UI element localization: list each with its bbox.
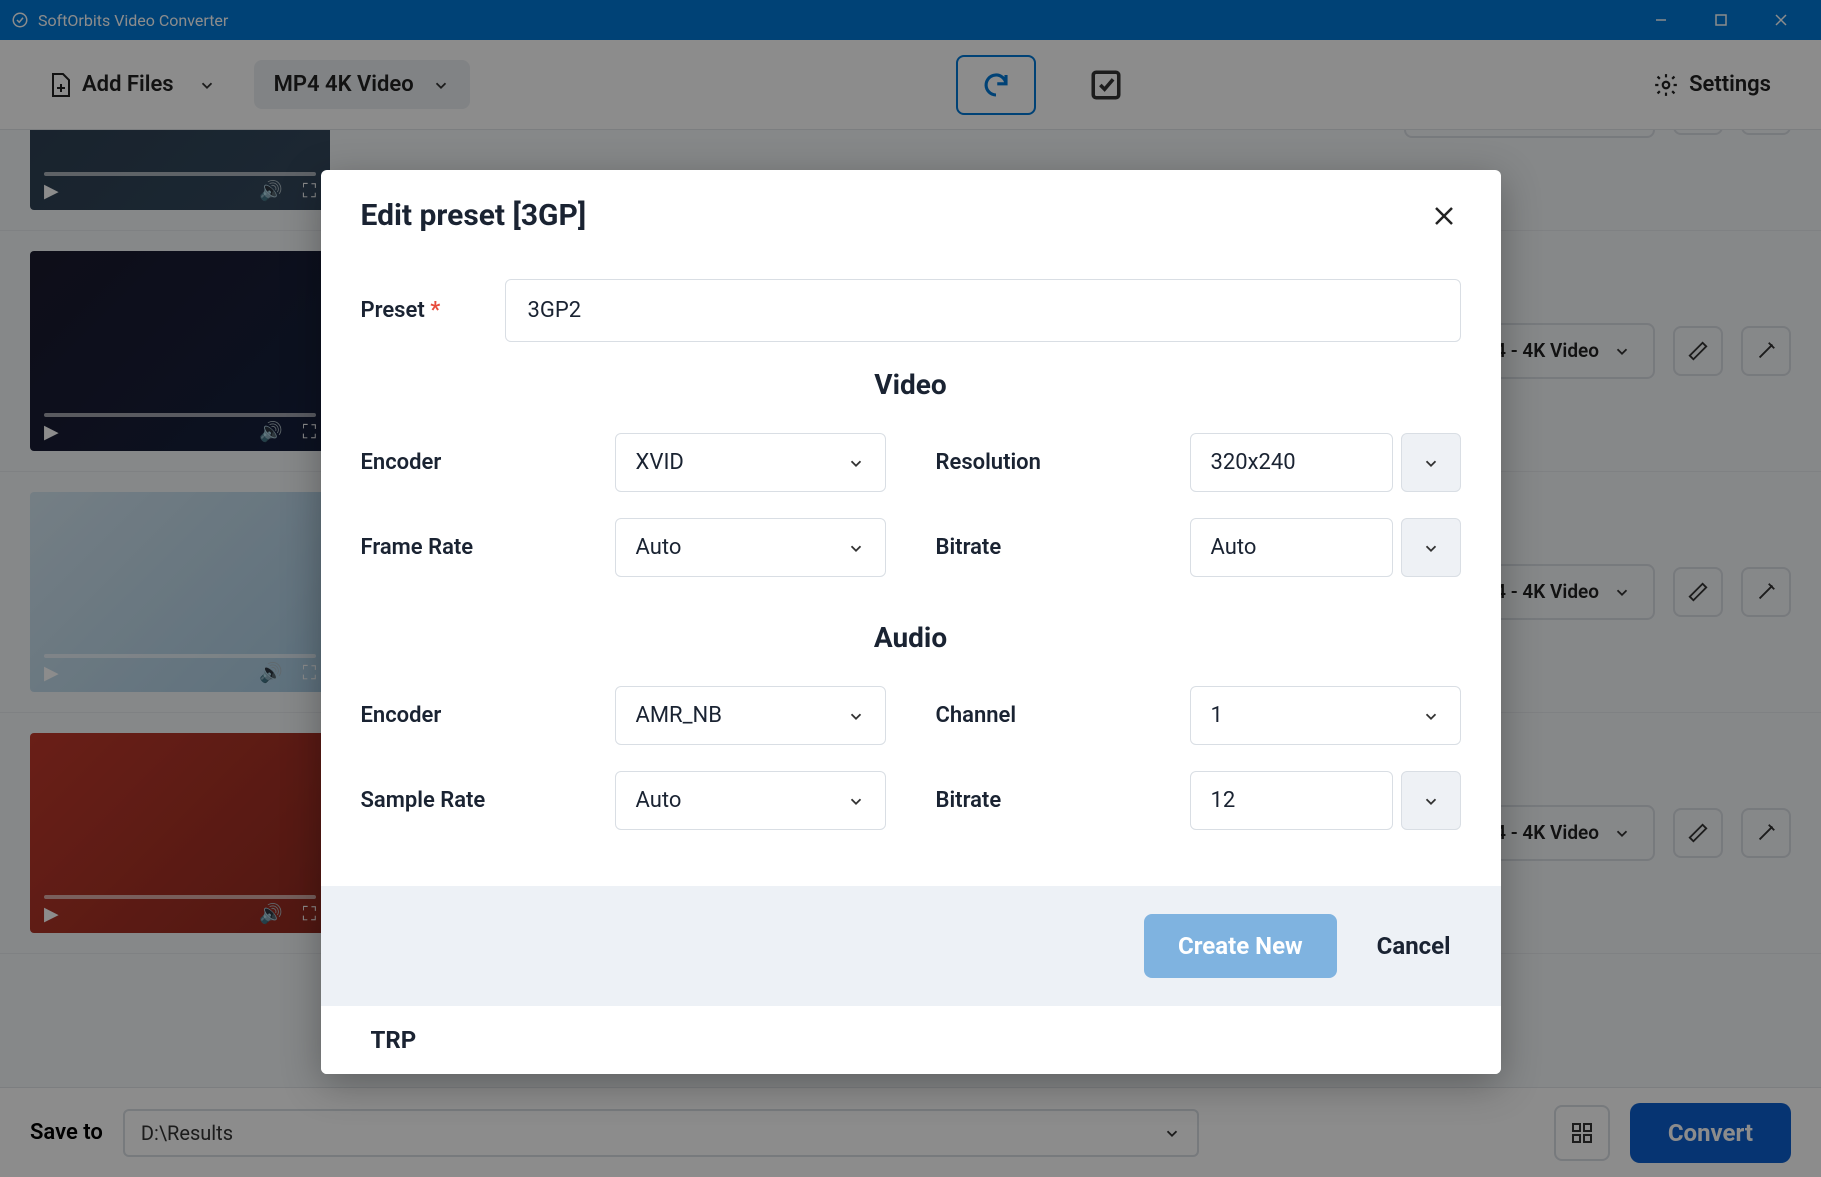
preset-label: Preset * <box>361 298 481 323</box>
channel-label: Channel <box>936 703 1166 728</box>
audio-bitrate-expand-button[interactable] <box>1401 771 1461 830</box>
framerate-select[interactable]: Auto <box>615 518 886 577</box>
audio-encoder-select[interactable]: AMR_NB <box>615 686 886 745</box>
samplerate-label: Sample Rate <box>361 788 591 813</box>
video-bitrate-label: Bitrate <box>936 535 1166 560</box>
framerate-value: Auto <box>636 535 682 560</box>
create-new-button[interactable]: Create New <box>1144 914 1337 978</box>
resolution-select[interactable]: 320x240 <box>1190 433 1393 492</box>
resolution-expand-button[interactable] <box>1401 433 1461 492</box>
channel-value: 1 <box>1211 703 1223 728</box>
modal-title: Edit preset [3GP] <box>361 198 587 233</box>
edit-preset-modal: Edit preset [3GP] Preset * Video Encoder… <box>321 170 1501 1074</box>
video-encoder-value: XVID <box>636 450 684 475</box>
audio-bitrate-value: 12 <box>1211 788 1236 813</box>
format-dropdown-item[interactable]: TRP <box>321 1006 1501 1074</box>
cancel-button[interactable]: Cancel <box>1367 914 1461 978</box>
close-icon[interactable] <box>1427 199 1461 233</box>
video-encoder-label: Encoder <box>361 450 591 475</box>
resolution-label: Resolution <box>936 450 1166 475</box>
framerate-label: Frame Rate <box>361 535 591 560</box>
samplerate-value: Auto <box>636 788 682 813</box>
audio-encoder-value: AMR_NB <box>636 703 722 728</box>
modal-overlay: Edit preset [3GP] Preset * Video Encoder… <box>0 0 1821 1177</box>
audio-encoder-label: Encoder <box>361 703 591 728</box>
video-bitrate-value: Auto <box>1211 535 1257 560</box>
samplerate-select[interactable]: Auto <box>615 771 886 830</box>
preset-name-input[interactable] <box>505 279 1461 342</box>
resolution-value: 320x240 <box>1211 450 1296 475</box>
audio-section-title: Audio <box>361 621 1461 654</box>
audio-bitrate-label: Bitrate <box>936 788 1166 813</box>
video-bitrate-expand-button[interactable] <box>1401 518 1461 577</box>
channel-select[interactable]: 1 <box>1190 686 1461 745</box>
video-bitrate-select[interactable]: Auto <box>1190 518 1393 577</box>
audio-bitrate-select[interactable]: 12 <box>1190 771 1393 830</box>
video-encoder-select[interactable]: XVID <box>615 433 886 492</box>
video-section-title: Video <box>361 368 1461 401</box>
